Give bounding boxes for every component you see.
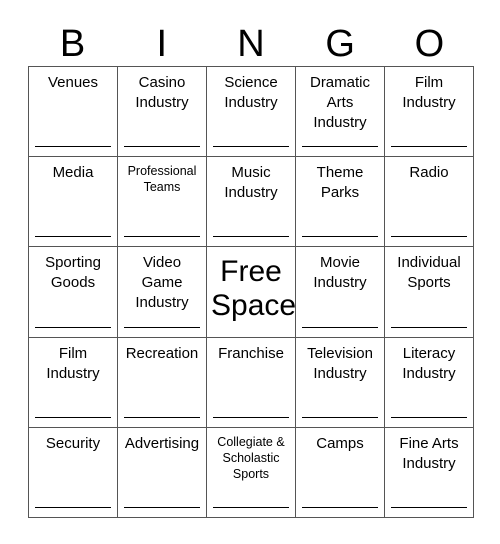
header-letter-i: I: [156, 23, 168, 65]
bingo-cell-label: Theme Parks: [316, 164, 364, 202]
bingo-cell-label: Advertising: [124, 434, 200, 452]
bingo-cell-signature-line: [302, 146, 378, 148]
bingo-cell[interactable]: Franchise: [207, 337, 296, 428]
bingo-cell[interactable]: Television Industry: [296, 337, 385, 428]
bingo-cell-signature-line: [124, 416, 200, 418]
bingo-cell-label: Film Industry: [402, 74, 456, 111]
bingo-cell-signature-line: [124, 326, 200, 328]
bingo-cell-signature-line: [124, 146, 200, 148]
bingo-cell-label: Security: [45, 434, 101, 452]
bingo-cell[interactable]: Theme Parks: [296, 157, 385, 248]
bingo-cell-label: Casino Industry: [135, 74, 189, 111]
bingo-cell-signature-line: [124, 236, 200, 238]
bingo-cell[interactable]: Film Industry: [385, 67, 474, 158]
bingo-cell-label: Film Industry: [46, 344, 100, 382]
bingo-cell[interactable]: Venues: [29, 67, 118, 158]
bingo-cell[interactable]: Literacy Industry: [385, 337, 474, 428]
bingo-cell-label: Venues: [47, 74, 99, 91]
bingo-cell-signature-line: [391, 236, 467, 238]
bingo-cell[interactable]: Video Game Industry: [118, 247, 207, 338]
header-letter-o: O: [414, 23, 445, 65]
bingo-cell-label: Media: [52, 164, 94, 182]
bingo-cell-signature-line: [302, 236, 378, 238]
bingo-cell-label: Individual Sports: [397, 254, 461, 292]
bingo-cell-signature-line: [302, 326, 378, 328]
bingo-cell[interactable]: Advertising: [118, 427, 207, 518]
bingo-cell-signature-line: [213, 146, 289, 148]
bingo-cell-signature-line: [302, 416, 378, 418]
bingo-cell-label: Music Industry: [224, 164, 278, 202]
bingo-cell-label: Sporting Goods: [45, 254, 101, 292]
bingo-cell[interactable]: Fine Arts Industry: [385, 427, 474, 518]
bingo-card: B I N G O Venues Casino Industry Science I…: [0, 0, 500, 544]
bingo-cell-label: Movie Industry: [313, 254, 367, 292]
bingo-cell-signature-line: [35, 236, 111, 238]
bingo-cell-signature-line: [391, 326, 467, 328]
bingo-cell[interactable]: Sporting Goods: [29, 247, 118, 338]
bingo-cell[interactable]: Individual Sports: [385, 247, 474, 338]
bingo-cell-free-space[interactable]: Free Space: [207, 247, 296, 338]
bingo-cell-signature-line: [35, 146, 111, 148]
bingo-cell-label: Recreation: [125, 344, 199, 362]
bingo-cell-label: Radio: [409, 164, 449, 182]
header-letter-b: B: [59, 23, 86, 65]
bingo-cell-label: Collegiate & Scholastic Sports: [217, 434, 285, 482]
bingo-cell-signature-line: [213, 416, 289, 418]
bingo-cell[interactable]: Recreation: [118, 337, 207, 428]
bingo-cell-signature-line: [302, 506, 378, 508]
bingo-cell[interactable]: Collegiate & Scholastic Sports: [207, 427, 296, 518]
bingo-cell-label: Fine Arts Industry: [399, 434, 459, 472]
bingo-cell[interactable]: Film Industry: [29, 337, 118, 428]
bingo-cell[interactable]: Music Industry: [207, 157, 296, 248]
bingo-grid: Venues Casino Industry Science Industry Dra…: [28, 66, 474, 518]
bingo-cell[interactable]: Casino Industry: [118, 67, 207, 158]
bingo-cell-signature-line: [213, 506, 289, 508]
bingo-cell[interactable]: Media: [29, 157, 118, 248]
bingo-header: B I N G O: [28, 22, 474, 66]
bingo-cell-label: Free Space: [211, 255, 296, 322]
bingo-cell[interactable]: Security: [29, 427, 118, 518]
bingo-cell[interactable]: Movie Industry: [296, 247, 385, 338]
bingo-cell-signature-line: [35, 416, 111, 418]
bingo-cell[interactable]: Camps: [296, 427, 385, 518]
bingo-cell-signature-line: [124, 506, 200, 508]
bingo-cell-label: Franchise: [218, 344, 284, 362]
bingo-cell-signature-line: [391, 416, 467, 418]
bingo-cell-label: Camps: [316, 434, 364, 452]
bingo-cell-label: Video Game Industry: [135, 254, 189, 312]
bingo-cell[interactable]: Science Industry: [207, 67, 296, 158]
bingo-cell-label: Science Industry: [224, 74, 278, 111]
bingo-cell-label: Dramatic Arts Industry: [309, 74, 370, 131]
bingo-cell-signature-line: [213, 236, 289, 238]
bingo-cell[interactable]: Professional Teams: [118, 157, 207, 248]
bingo-cell-label: Television Industry: [307, 344, 373, 382]
bingo-cell-label: Literacy Industry: [402, 344, 456, 382]
bingo-cell[interactable]: Radio: [385, 157, 474, 248]
bingo-cell-signature-line: [391, 506, 467, 508]
bingo-cell-signature-line: [35, 506, 111, 508]
bingo-cell-label: Professional Teams: [127, 164, 197, 195]
bingo-cell-signature-line: [35, 326, 111, 328]
header-letter-g: G: [325, 23, 355, 65]
bingo-cell-signature-line: [391, 146, 467, 148]
bingo-cell[interactable]: Dramatic Arts Industry: [296, 67, 385, 158]
header-letter-n: N: [237, 23, 265, 65]
